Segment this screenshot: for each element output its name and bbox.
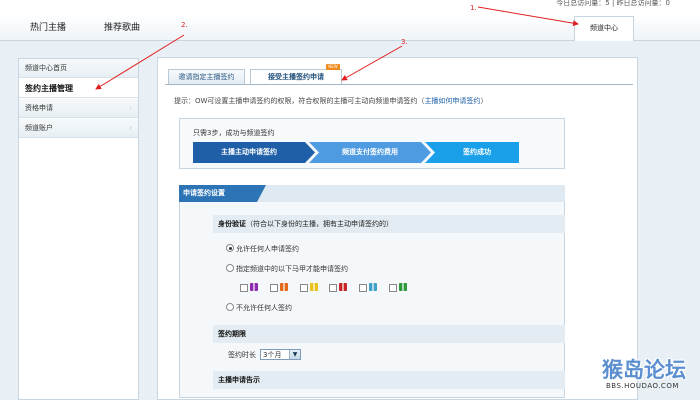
gift-badge-icon (250, 282, 258, 292)
tab-divider (165, 84, 633, 85)
term-row: 签约期限 (213, 325, 565, 343)
annotation-1: 1. (470, 4, 477, 12)
step-3-label: 签约成功 (463, 148, 491, 156)
hint-suffix: ） (480, 97, 488, 105)
checkbox[interactable] (300, 284, 308, 292)
gift-badge-icon (399, 282, 407, 292)
gift-badge-icon (369, 282, 377, 292)
hint-text: 提示：OW可设置主播申请签约的权限，符合权限的主播可主动向频道申请签约（主播如何… (174, 96, 487, 106)
main-nav: 热门主播 推荐歌曲 频道中心 (0, 14, 700, 41)
checkbox[interactable] (270, 284, 278, 292)
term-label: 签约时长 (228, 351, 256, 359)
term-value: 3个月 (263, 351, 282, 359)
tab-invite-host[interactable]: 邀请指定主播签约 (168, 69, 245, 84)
chevron-right-icon: › (129, 104, 132, 112)
tab-accept-applications[interactable]: 接受主播签约申请 (250, 69, 342, 84)
checkbox[interactable] (240, 284, 248, 292)
nav-tab-recommended-songs[interactable]: 推荐歌曲 (104, 20, 140, 33)
gift-badge-icon (310, 282, 318, 292)
identity-note: （符合以下身份的主播，拥有主动申请签约的） (246, 220, 393, 228)
annotation-2: 2. (181, 21, 188, 29)
option-label: 不允许任何人签约 (236, 304, 292, 312)
option-specified-badges[interactable]: 指定频道中的以下马甲才能申请签约 (226, 264, 348, 274)
gift-badge-icon (339, 282, 347, 292)
annotation-3: 3. (401, 38, 408, 46)
form-header: 申请签约设置 (179, 185, 257, 202)
sidebar-item-qualification[interactable]: 资格申请 › (19, 99, 138, 118)
term-select[interactable]: 3个月 ▼ (260, 349, 301, 360)
notice-title: 主播申请告示 (218, 376, 260, 384)
steps-title: 只需3步，成功与频道签约 (193, 129, 275, 137)
radio-selected-icon[interactable] (226, 244, 234, 252)
sidebar-item-label: 频道账户 (25, 124, 53, 132)
checkbox[interactable] (359, 284, 367, 292)
term-title: 签约期限 (218, 330, 246, 338)
gift-badge-icon (280, 282, 288, 292)
sidebar-item-channel-home[interactable]: 频道中心首页 (19, 59, 138, 78)
sidebar-item-channel-account[interactable]: 频道账户 › (19, 119, 138, 138)
sidebar-item-label: 频道中心首页 (25, 64, 67, 72)
visit-stats: 今日总访问量：5 | 昨日总访问量：0 (556, 0, 670, 7)
identity-row: 身份验证（符合以下身份的主播，拥有主动申请签约的） (213, 215, 565, 233)
new-badge: NEW (326, 64, 340, 70)
identity-title: 身份验证 (218, 220, 246, 228)
checkbox[interactable] (329, 284, 337, 292)
radio-icon[interactable] (226, 303, 234, 311)
option-label: 指定频道中的以下马甲才能申请签约 (236, 265, 348, 273)
step-1-label: 主播主动申请签约 (221, 148, 277, 156)
watermark-logo: 猴岛论坛 (602, 358, 686, 382)
sidebar-item-label: 签约主播管理 (25, 84, 73, 93)
notice-row: 主播申请告示 (213, 371, 565, 389)
sidebar-item-signed-hosts[interactable]: 签约主播管理 (19, 79, 138, 98)
option-label: 允许任何人申请签约 (236, 245, 299, 253)
option-allow-anyone[interactable]: 允许任何人申请签约 (226, 244, 299, 254)
form-header-tip (257, 185, 266, 202)
how-to-apply-link[interactable]: 主播如何申请签约 (424, 97, 480, 105)
chevron-right-icon: › (129, 124, 132, 132)
option-disallow-all[interactable]: 不允许任何人签约 (226, 303, 292, 313)
nav-tab-hot-hosts[interactable]: 热门主播 (30, 20, 66, 33)
step-2-label: 频道支付签约费用 (342, 148, 398, 156)
chevron-down-icon[interactable]: ▼ (289, 350, 300, 359)
hint-prefix: 提示：OW可设置主播申请签约的权限，符合权限的主播可主动向频道申请签约（ (174, 97, 425, 105)
radio-icon[interactable] (226, 264, 234, 272)
sidebar: 频道中心首页 签约主播管理 资格申请 › 频道账户 › (18, 58, 139, 400)
sidebar-item-label: 资格申请 (25, 104, 53, 112)
nav-tab-channel-center[interactable]: 频道中心 (574, 16, 634, 41)
checkbox[interactable] (389, 284, 397, 292)
watermark-url: BBS.HOUDAO.COM (606, 382, 679, 390)
